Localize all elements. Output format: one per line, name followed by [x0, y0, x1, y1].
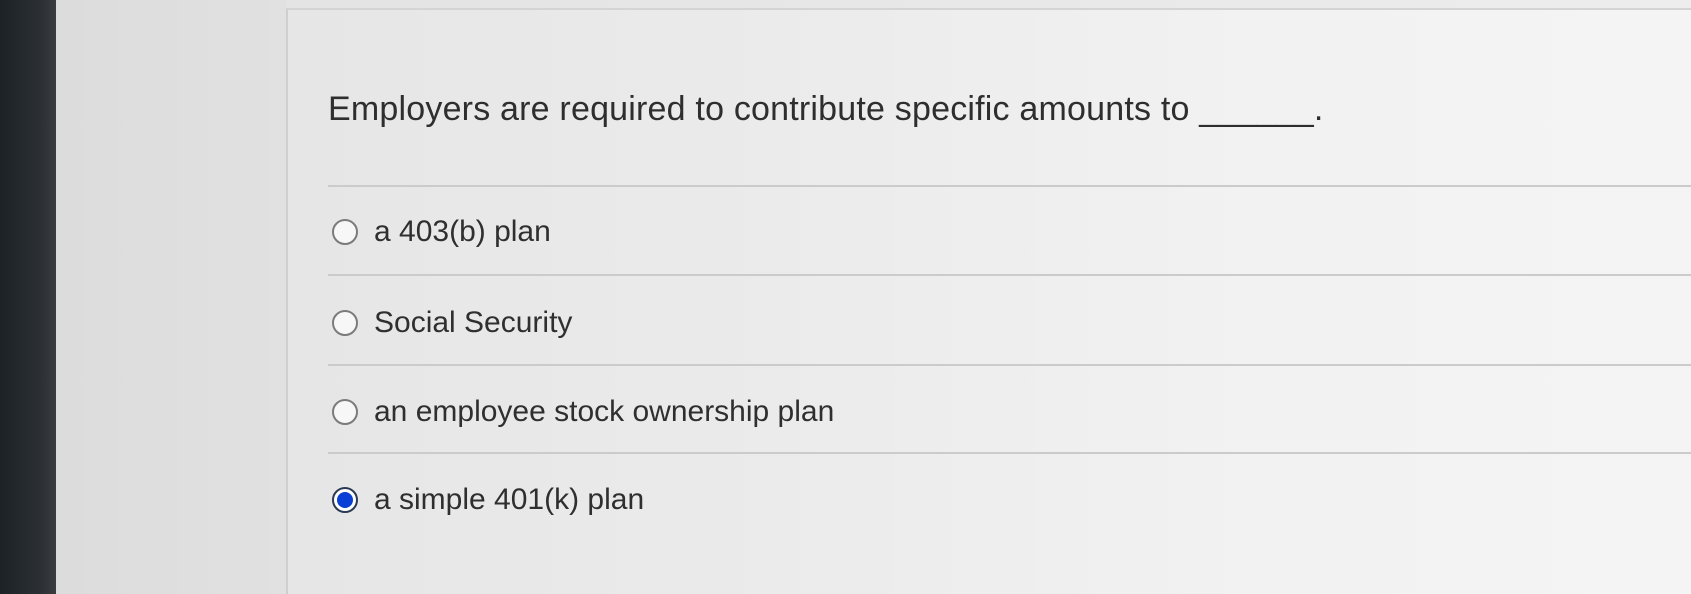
option-label: Social Security — [374, 306, 573, 339]
monitor-bezel — [0, 0, 56, 594]
radio-selected-icon[interactable] — [332, 487, 358, 513]
radio-selected-dot — [337, 492, 353, 508]
option-label: a simple 401(k) plan — [374, 483, 645, 516]
option-social-security[interactable]: Social Security — [332, 301, 572, 345]
option-employee-stock-ownership-plan[interactable]: an employee stock ownership plan — [332, 390, 834, 434]
radio-unselected-icon[interactable] — [332, 399, 358, 425]
radio-unselected-icon[interactable] — [332, 219, 358, 245]
option-simple-401k-plan[interactable]: a simple 401(k) plan — [332, 478, 644, 522]
radio-unselected-icon[interactable] — [332, 310, 358, 336]
left-panel — [56, 0, 286, 594]
divider — [328, 274, 1691, 276]
question-text: Employers are required to contribute spe… — [328, 90, 1324, 128]
option-403b-plan[interactable]: a 403(b) plan — [332, 210, 551, 254]
option-label: a 403(b) plan — [374, 215, 551, 248]
question-card: Employers are required to contribute spe… — [286, 8, 1691, 594]
option-label: an employee stock ownership plan — [374, 395, 835, 428]
divider — [328, 364, 1691, 366]
divider — [328, 185, 1691, 187]
divider — [328, 452, 1691, 454]
